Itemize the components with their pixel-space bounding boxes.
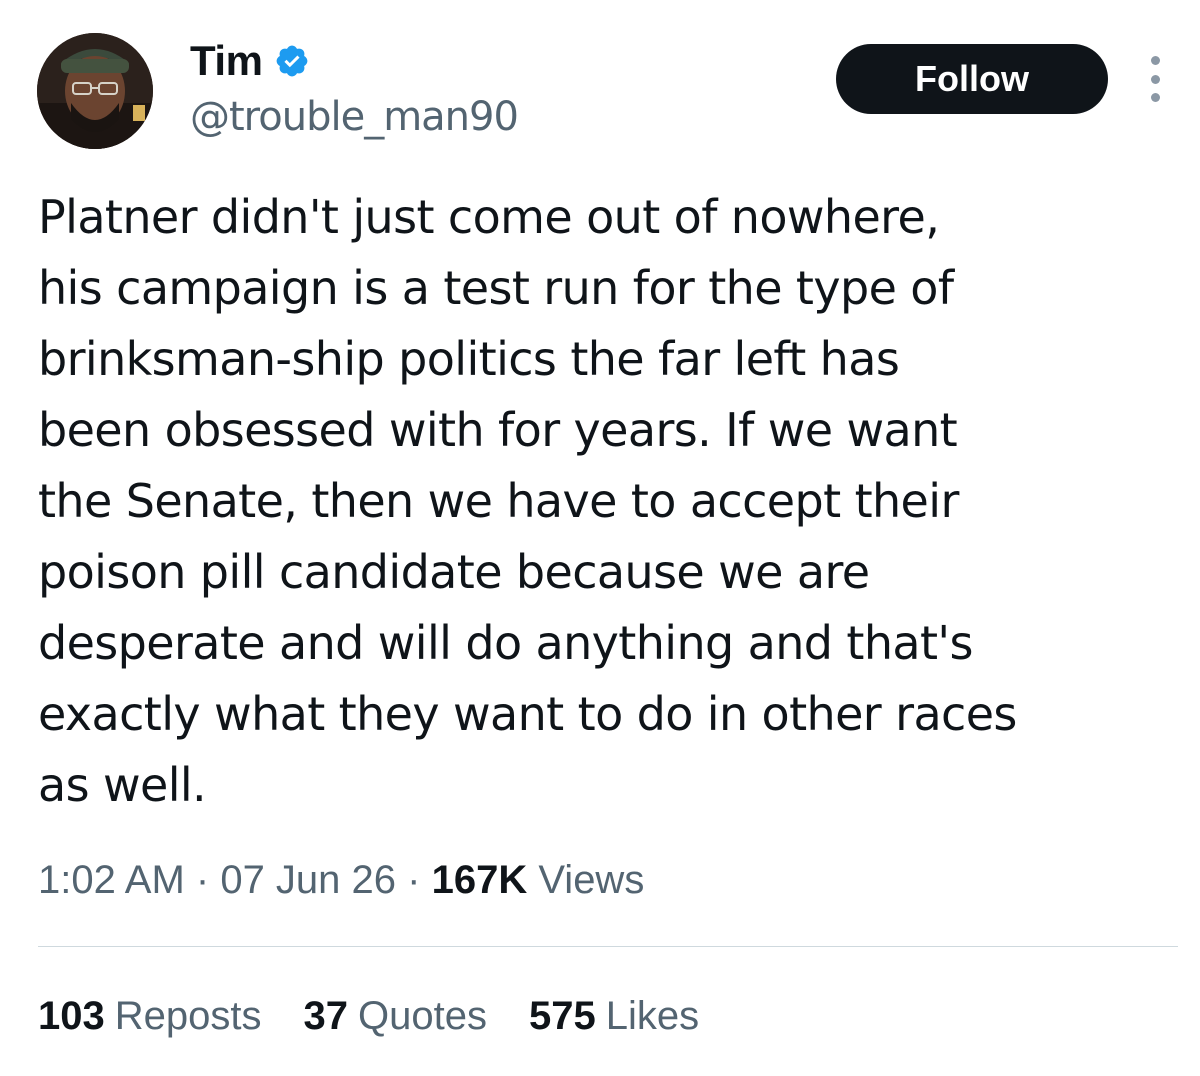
verified-badge-icon[interactable] [274, 43, 310, 79]
tweet-line: brinksman-ship politics the far left has [38, 332, 900, 386]
tweet-meta: 1:02 AM · 07 Jun 26 · 167K Views [38, 858, 644, 903]
meta-separator: · [195, 858, 221, 902]
tweet-date[interactable]: 07 Jun 26 [220, 858, 396, 902]
author-name-row[interactable]: Tim [190, 36, 310, 86]
tweet-text: Platner didn't just come out of nowhere,… [38, 182, 1168, 821]
tweet-line: been obsessed with for years. If we want [38, 403, 958, 457]
dot [1150, 93, 1160, 102]
tweet-line: exactly what they want to do in other ra… [38, 687, 1017, 741]
tweet-line: Platner didn't just come out of nowhere, [38, 190, 940, 244]
reposts-label: Reposts [114, 994, 262, 1038]
author-handle[interactable]: @trouble_man90 [190, 94, 519, 140]
tweet-line: desperate and will do anything and that'… [38, 616, 973, 670]
tweet-line: poison pill candidate because we are [38, 545, 870, 599]
tweet-line: as well. [38, 758, 207, 812]
dot [1150, 74, 1160, 84]
author-avatar[interactable] [37, 33, 153, 149]
likes-label: Likes [605, 994, 700, 1038]
tweet-time[interactable]: 1:02 AM [38, 858, 185, 902]
reposts-stat[interactable]: 103 Reposts [38, 994, 262, 1039]
divider [38, 946, 1178, 947]
tweet-line: the Senate, then we have to accept their [38, 474, 959, 528]
likes-count: 575 [528, 994, 596, 1038]
engagement-stats: 103 Reposts 37 Quotes 575 Likes [38, 994, 699, 1039]
quotes-stat[interactable]: 37 Quotes [304, 994, 487, 1039]
dot [1150, 56, 1160, 65]
author-display-name[interactable]: Tim [190, 37, 263, 85]
more-options-icon[interactable] [1140, 56, 1170, 102]
likes-stat[interactable]: 575 Likes [529, 994, 699, 1039]
follow-button[interactable]: Follow [836, 44, 1108, 114]
quotes-count: 37 [303, 994, 349, 1038]
views-count[interactable]: 167K [432, 858, 539, 902]
views-label[interactable]: Views [538, 858, 644, 902]
quotes-label: Quotes [358, 994, 487, 1038]
reposts-count: 103 [38, 994, 105, 1038]
avatar-image [37, 33, 153, 149]
meta-separator: · [407, 858, 432, 902]
tweet-line: his campaign is a test run for the type … [38, 261, 954, 315]
